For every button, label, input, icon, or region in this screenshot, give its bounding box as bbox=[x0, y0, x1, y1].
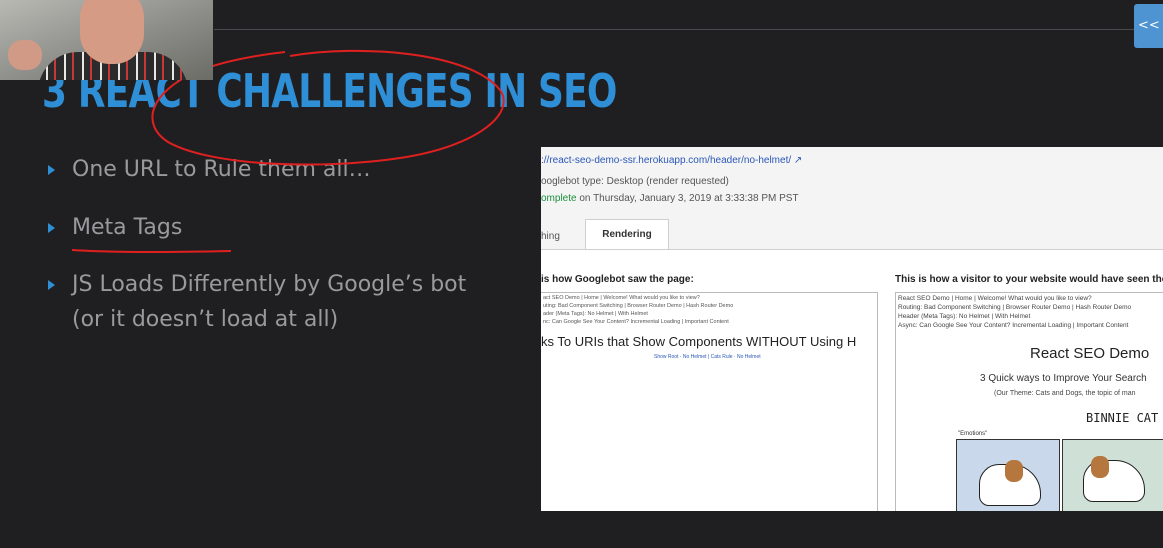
bullet-text: One URL to Rule them all… bbox=[72, 157, 371, 182]
bullet-arrow-icon bbox=[48, 165, 55, 175]
comic-title: BINNIE CAT bbox=[1086, 411, 1159, 425]
comic-panel-image bbox=[956, 439, 1060, 511]
demo-title: React SEO Demo bbox=[1030, 345, 1150, 362]
comic-caption: "Emotions" bbox=[958, 431, 988, 437]
nav-line: React SEO Demo | Home | Welcome! What wo… bbox=[898, 295, 1092, 302]
demo-subtitle: 3 Quick ways to Improve Your Search bbox=[980, 373, 1147, 384]
nav-line: act SEO Demo | Home | Welcome! What woul… bbox=[543, 295, 700, 301]
comic-panel-image bbox=[1062, 439, 1163, 511]
dog-patch bbox=[1091, 456, 1109, 478]
dog-patch bbox=[1005, 460, 1023, 482]
render-links: Show Root · No Helmet | Cats Rule · No H… bbox=[654, 354, 761, 360]
nav-line: Header (Meta Tags): No Helmet | With Hel… bbox=[898, 313, 1031, 320]
demo-theme: (Our Theme: Cats and Dogs, the topic of … bbox=[994, 390, 1136, 397]
tab-rendering[interactable]: Rendering bbox=[585, 219, 669, 251]
tab-fetching[interactable]: hing bbox=[541, 231, 560, 242]
presenter-head bbox=[80, 0, 144, 64]
visitor-heading: This is how a visitor to your website wo… bbox=[895, 274, 1163, 285]
nav-line: uting: Bad Component Switching | Browser… bbox=[543, 303, 734, 309]
annotation-underline bbox=[71, 249, 232, 253]
bullet-text: JS Loads Differently by Google’s bot bbox=[72, 272, 467, 297]
inspected-url: ://react-seo-demo-ssr.herokuapp.com/head… bbox=[541, 155, 803, 166]
render-heading: ks To URIs that Show Components WITHOUT … bbox=[541, 334, 857, 349]
fetch-status: omplete on Thursday, January 3, 2019 at … bbox=[541, 193, 799, 204]
presenter-hand bbox=[8, 40, 42, 70]
nav-line: Routing: Bad Component Switching | Brows… bbox=[898, 304, 1132, 311]
bot-type: ooglebot type: Desktop (render requested… bbox=[541, 176, 729, 187]
nav-line: Async: Can Google See Your Content? Incr… bbox=[898, 322, 1129, 329]
title-divider bbox=[214, 29, 1163, 30]
googlebot-heading: is how Googlebot saw the page: bbox=[541, 274, 694, 285]
search-console-screenshot: ://react-seo-demo-ssr.herokuapp.com/head… bbox=[541, 147, 1163, 511]
nav-line: nc: Can Google See Your Content? Increme… bbox=[543, 319, 729, 325]
googlebot-render-pane: act SEO Demo | Home | Welcome! What woul… bbox=[541, 292, 878, 511]
bullet-arrow-icon bbox=[48, 223, 55, 233]
bullet-text: Meta Tags bbox=[72, 215, 183, 240]
bullet-arrow-icon bbox=[48, 280, 55, 290]
nav-line: ader (Meta Tags): No Helmet | With Helme… bbox=[543, 311, 648, 317]
collapse-toggle-button[interactable]: << bbox=[1134, 4, 1163, 48]
external-link-icon: ↗ bbox=[793, 155, 803, 166]
bullet-text: (or it doesn’t load at all) bbox=[72, 307, 339, 332]
slide: 3 REACT CHALLENGES IN SEO One URL to Rul… bbox=[0, 0, 1163, 548]
presenter-video bbox=[0, 0, 213, 80]
visitor-render-pane: React SEO Demo | Home | Welcome! What wo… bbox=[895, 292, 1163, 511]
